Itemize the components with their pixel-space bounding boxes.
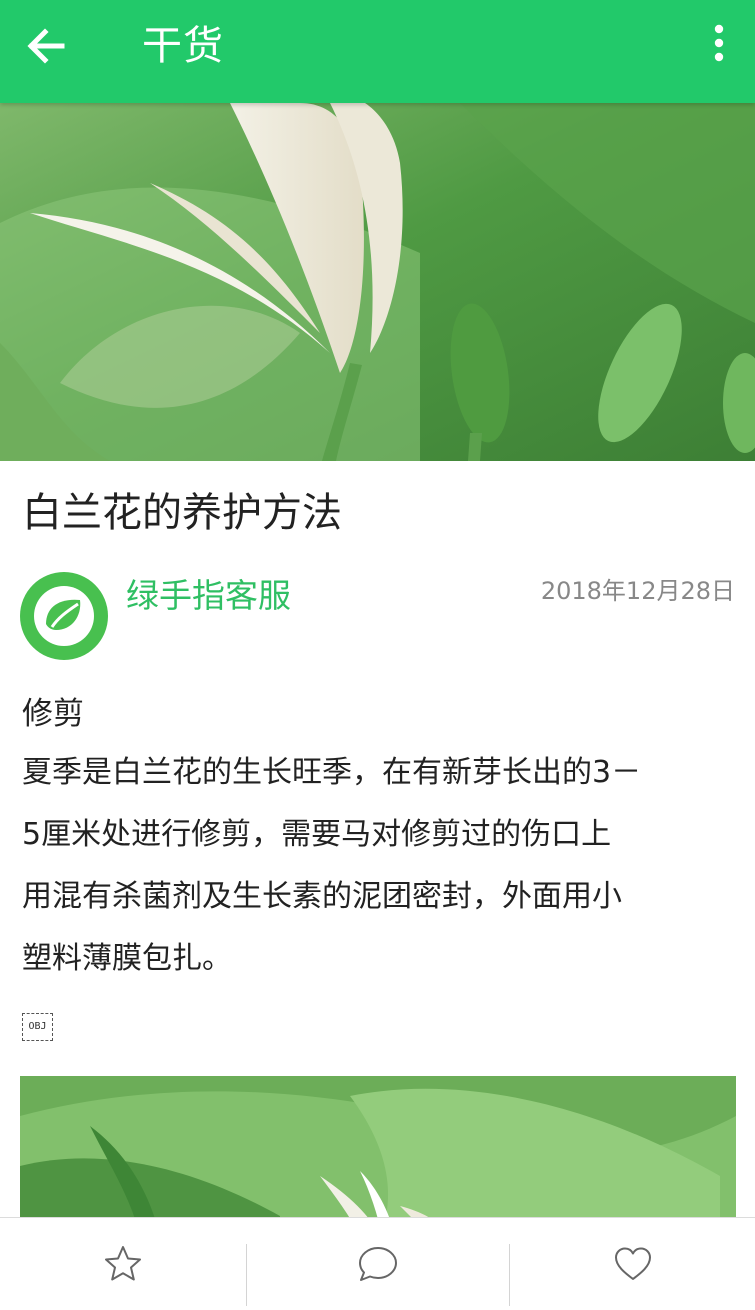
more-vertical-icon xyxy=(714,24,724,62)
like-button[interactable] xyxy=(510,1218,755,1310)
star-icon xyxy=(105,1246,141,1281)
section-heading: 修剪 xyxy=(22,696,84,732)
more-options-button[interactable] xyxy=(697,18,741,74)
comment-icon xyxy=(359,1247,397,1281)
paragraph-line: 用混有杀菌剂及生长素的泥团密封，外面用小 xyxy=(22,879,622,914)
bottom-action-bar xyxy=(0,1217,755,1310)
heart-icon xyxy=(614,1247,651,1280)
article-title: 白兰花的养护方法 xyxy=(22,490,342,536)
arrow-left-icon xyxy=(27,28,65,64)
paragraph-line: 5厘米处进行修剪，需要马对修剪过的伤口上 xyxy=(22,817,612,852)
paragraph-line: 塑料薄膜包扎。 xyxy=(22,941,232,976)
article-paragraph: 夏季是白兰花的生长旺季，在有新芽长出的3－ 5厘米处进行修剪，需要马对修剪过的伤… xyxy=(22,742,734,990)
comment-button[interactable] xyxy=(247,1218,509,1310)
favorite-button[interactable] xyxy=(0,1218,246,1310)
object-placeholder: OBJ xyxy=(22,1013,53,1041)
back-button[interactable] xyxy=(18,18,74,74)
paragraph-line: 夏季是白兰花的生长旺季，在有新芽长出的3－ xyxy=(22,755,642,790)
author-name[interactable]: 绿手指客服 xyxy=(126,573,291,619)
avatar[interactable] xyxy=(20,572,108,660)
leaf-logo-icon xyxy=(20,572,108,660)
app-bar: 干货 xyxy=(0,0,755,103)
hero-image xyxy=(0,103,755,461)
article-image xyxy=(20,1076,736,1236)
post-date: 2018年12月28日 xyxy=(540,577,735,605)
page-title: 干货 xyxy=(142,23,224,69)
